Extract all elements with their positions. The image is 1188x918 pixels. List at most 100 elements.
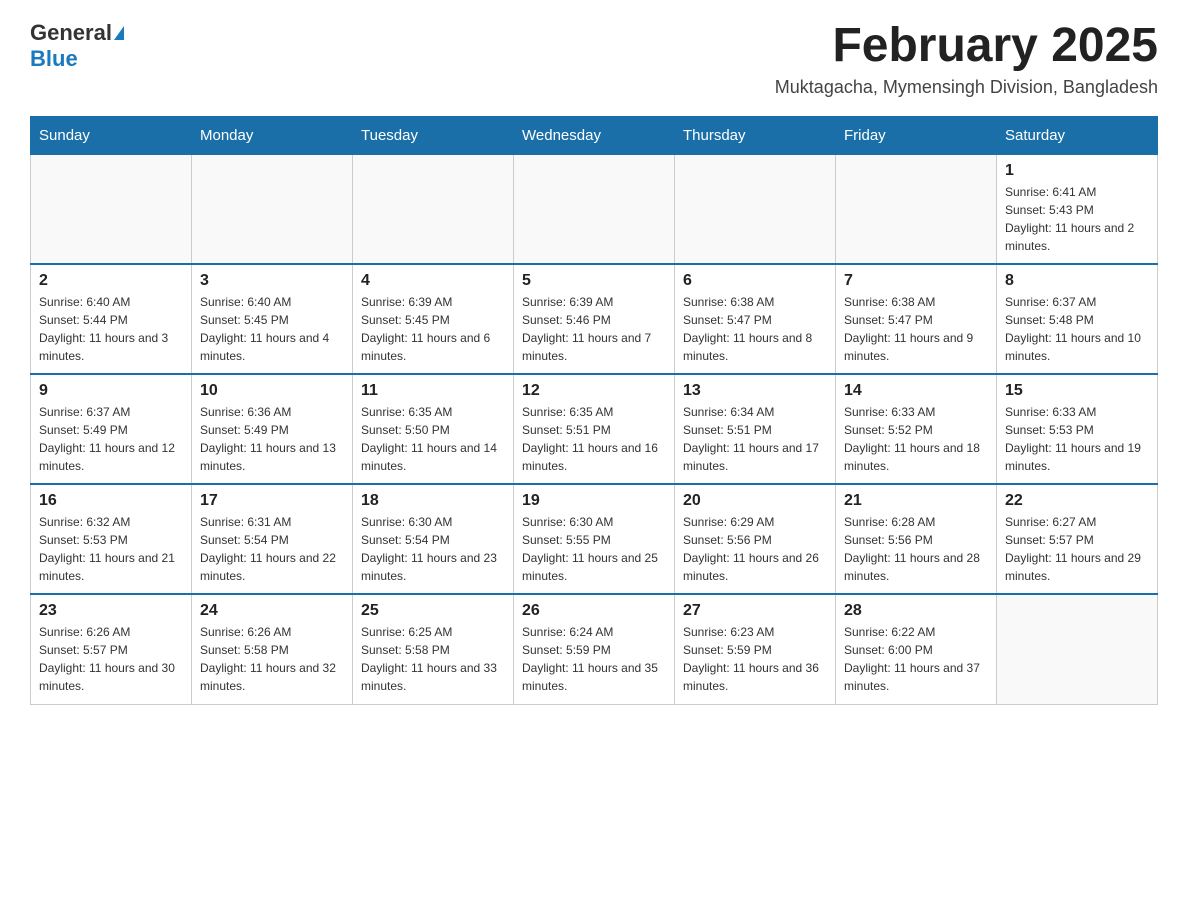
day-info: Sunrise: 6:38 AMSunset: 5:47 PMDaylight:… — [683, 293, 827, 365]
calendar-cell: 24 Sunrise: 6:26 AMSunset: 5:58 PMDayligh… — [192, 594, 353, 704]
day-info: Sunrise: 6:23 AMSunset: 5:59 PMDaylight:… — [683, 623, 827, 695]
day-number: 10 — [200, 382, 344, 400]
day-number: 17 — [200, 492, 344, 510]
day-info: Sunrise: 6:36 AMSunset: 5:49 PMDaylight:… — [200, 403, 344, 475]
calendar-cell: 17 Sunrise: 6:31 AMSunset: 5:54 PMDayligh… — [192, 484, 353, 594]
day-number: 26 — [522, 602, 666, 620]
day-number: 7 — [844, 272, 988, 290]
calendar-cell: 15Sunrise: 6:33 AMSunset: 5:53 PMDayligh… — [997, 374, 1158, 484]
day-number: 9 — [39, 382, 183, 400]
day-number: 3 — [200, 272, 344, 290]
column-header-sunday: Sunday — [31, 116, 192, 154]
calendar-cell: 7 Sunrise: 6:38 AMSunset: 5:47 PMDaylight… — [836, 264, 997, 374]
column-header-thursday: Thursday — [675, 116, 836, 154]
day-number: 27 — [683, 602, 827, 620]
day-number: 20 — [683, 492, 827, 510]
day-number: 13 — [683, 382, 827, 400]
column-header-wednesday: Wednesday — [514, 116, 675, 154]
day-info: Sunrise: 6:38 AMSunset: 5:47 PMDaylight:… — [844, 293, 988, 365]
day-info: Sunrise: 6:28 AMSunset: 5:56 PMDaylight:… — [844, 513, 988, 585]
day-info: Sunrise: 6:33 AMSunset: 5:52 PMDaylight:… — [844, 403, 988, 475]
calendar-cell: 18 Sunrise: 6:30 AMSunset: 5:54 PMDayligh… — [353, 484, 514, 594]
title-block: February 2025 Muktagacha, Mymensingh Div… — [775, 20, 1158, 98]
calendar-cell: 10 Sunrise: 6:36 AMSunset: 5:49 PMDayligh… — [192, 374, 353, 484]
day-info: Sunrise: 6:30 AMSunset: 5:55 PMDaylight:… — [522, 513, 666, 585]
calendar-table: SundayMondayTuesdayWednesdayThursdayFrid… — [30, 116, 1158, 705]
calendar-cell: 19 Sunrise: 6:30 AMSunset: 5:55 PMDayligh… — [514, 484, 675, 594]
day-number: 11 — [361, 382, 505, 400]
calendar-cell — [836, 154, 997, 264]
day-info: Sunrise: 6:25 AMSunset: 5:58 PMDaylight:… — [361, 623, 505, 695]
day-number: 23 — [39, 602, 183, 620]
day-info: Sunrise: 6:26 AMSunset: 5:57 PMDaylight:… — [39, 623, 183, 695]
calendar-cell: 11Sunrise: 6:35 AMSunset: 5:50 PMDayligh… — [353, 374, 514, 484]
calendar-cell: 16 Sunrise: 6:32 AMSunset: 5:53 PMDayligh… — [31, 484, 192, 594]
logo-triangle-icon — [114, 26, 124, 40]
calendar-cell: 9 Sunrise: 6:37 AMSunset: 5:49 PMDaylight… — [31, 374, 192, 484]
day-number: 6 — [683, 272, 827, 290]
day-info: Sunrise: 6:30 AMSunset: 5:54 PMDaylight:… — [361, 513, 505, 585]
location-text: Muktagacha, Mymensingh Division, Banglad… — [775, 77, 1158, 98]
logo: General Blue — [30, 20, 124, 72]
day-info: Sunrise: 6:35 AMSunset: 5:51 PMDaylight:… — [522, 403, 666, 475]
calendar-cell: 26 Sunrise: 6:24 AMSunset: 5:59 PMDayligh… — [514, 594, 675, 704]
calendar-cell: 13 Sunrise: 6:34 AMSunset: 5:51 PMDayligh… — [675, 374, 836, 484]
day-info: Sunrise: 6:27 AMSunset: 5:57 PMDaylight:… — [1005, 513, 1149, 585]
day-number: 16 — [39, 492, 183, 510]
day-info: Sunrise: 6:40 AMSunset: 5:44 PMDaylight:… — [39, 293, 183, 365]
calendar-cell: 28 Sunrise: 6:22 AMSunset: 6:00 PMDayligh… — [836, 594, 997, 704]
calendar-cell — [353, 154, 514, 264]
calendar-week-row: 1Sunrise: 6:41 AMSunset: 5:43 PMDaylight… — [31, 154, 1158, 264]
day-info: Sunrise: 6:34 AMSunset: 5:51 PMDaylight:… — [683, 403, 827, 475]
day-number: 5 — [522, 272, 666, 290]
logo-blue-text: Blue — [30, 46, 78, 72]
day-number: 14 — [844, 382, 988, 400]
calendar-cell: 5 Sunrise: 6:39 AMSunset: 5:46 PMDaylight… — [514, 264, 675, 374]
day-number: 19 — [522, 492, 666, 510]
day-info: Sunrise: 6:32 AMSunset: 5:53 PMDaylight:… — [39, 513, 183, 585]
day-info: Sunrise: 6:39 AMSunset: 5:46 PMDaylight:… — [522, 293, 666, 365]
calendar-cell: 1Sunrise: 6:41 AMSunset: 5:43 PMDaylight… — [997, 154, 1158, 264]
day-info: Sunrise: 6:41 AMSunset: 5:43 PMDaylight:… — [1005, 183, 1149, 255]
calendar-week-row: 23 Sunrise: 6:26 AMSunset: 5:57 PMDayligh… — [31, 594, 1158, 704]
calendar-cell: 6 Sunrise: 6:38 AMSunset: 5:47 PMDaylight… — [675, 264, 836, 374]
calendar-cell: 27 Sunrise: 6:23 AMSunset: 5:59 PMDayligh… — [675, 594, 836, 704]
day-info: Sunrise: 6:37 AMSunset: 5:48 PMDaylight:… — [1005, 293, 1149, 365]
calendar-week-row: 16 Sunrise: 6:32 AMSunset: 5:53 PMDayligh… — [31, 484, 1158, 594]
calendar-cell — [31, 154, 192, 264]
day-number: 15 — [1005, 382, 1149, 400]
calendar-cell: 20 Sunrise: 6:29 AMSunset: 5:56 PMDayligh… — [675, 484, 836, 594]
calendar-cell: 25 Sunrise: 6:25 AMSunset: 5:58 PMDayligh… — [353, 594, 514, 704]
day-number: 12 — [522, 382, 666, 400]
calendar-cell — [514, 154, 675, 264]
column-header-tuesday: Tuesday — [353, 116, 514, 154]
calendar-cell: 12 Sunrise: 6:35 AMSunset: 5:51 PMDayligh… — [514, 374, 675, 484]
day-info: Sunrise: 6:39 AMSunset: 5:45 PMDaylight:… — [361, 293, 505, 365]
logo-general-text: General — [30, 20, 112, 46]
day-info: Sunrise: 6:24 AMSunset: 5:59 PMDaylight:… — [522, 623, 666, 695]
day-number: 24 — [200, 602, 344, 620]
day-number: 18 — [361, 492, 505, 510]
calendar-cell: 23 Sunrise: 6:26 AMSunset: 5:57 PMDayligh… — [31, 594, 192, 704]
day-number: 4 — [361, 272, 505, 290]
calendar-header-row: SundayMondayTuesdayWednesdayThursdayFrid… — [31, 116, 1158, 154]
column-header-saturday: Saturday — [997, 116, 1158, 154]
calendar-cell — [675, 154, 836, 264]
day-info: Sunrise: 6:22 AMSunset: 6:00 PMDaylight:… — [844, 623, 988, 695]
day-number: 21 — [844, 492, 988, 510]
calendar-cell: 21 Sunrise: 6:28 AMSunset: 5:56 PMDayligh… — [836, 484, 997, 594]
day-number: 25 — [361, 602, 505, 620]
day-info: Sunrise: 6:29 AMSunset: 5:56 PMDaylight:… — [683, 513, 827, 585]
calendar-cell — [192, 154, 353, 264]
month-title: February 2025 — [775, 20, 1158, 73]
calendar-week-row: 9 Sunrise: 6:37 AMSunset: 5:49 PMDaylight… — [31, 374, 1158, 484]
day-info: Sunrise: 6:37 AMSunset: 5:49 PMDaylight:… — [39, 403, 183, 475]
day-number: 2 — [39, 272, 183, 290]
calendar-cell: 22Sunrise: 6:27 AMSunset: 5:57 PMDayligh… — [997, 484, 1158, 594]
page-header: General Blue February 2025 Muktagacha, M… — [30, 20, 1158, 98]
day-number: 8 — [1005, 272, 1149, 290]
day-info: Sunrise: 6:31 AMSunset: 5:54 PMDaylight:… — [200, 513, 344, 585]
day-number: 28 — [844, 602, 988, 620]
calendar-cell: 3Sunrise: 6:40 AMSunset: 5:45 PMDaylight… — [192, 264, 353, 374]
day-info: Sunrise: 6:26 AMSunset: 5:58 PMDaylight:… — [200, 623, 344, 695]
